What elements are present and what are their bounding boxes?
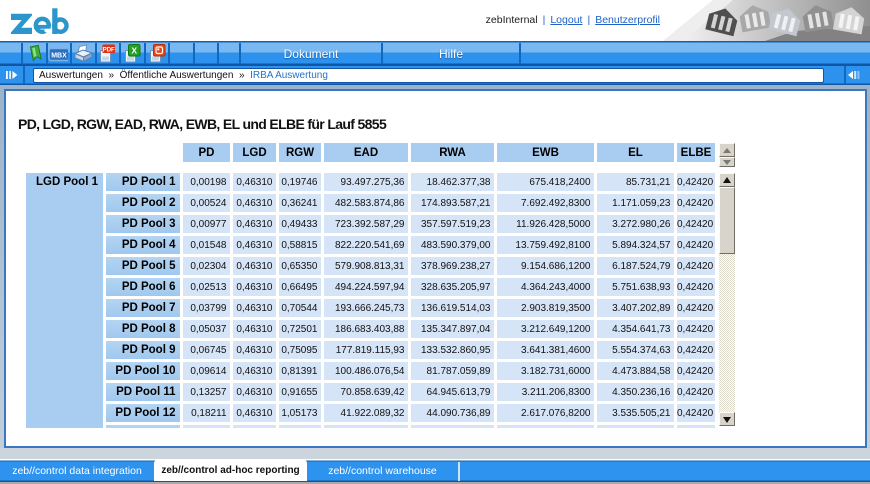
svg-text:MBX: MBX	[51, 52, 67, 59]
svg-text:PDF: PDF	[103, 47, 115, 53]
svg-text:X: X	[131, 46, 137, 56]
